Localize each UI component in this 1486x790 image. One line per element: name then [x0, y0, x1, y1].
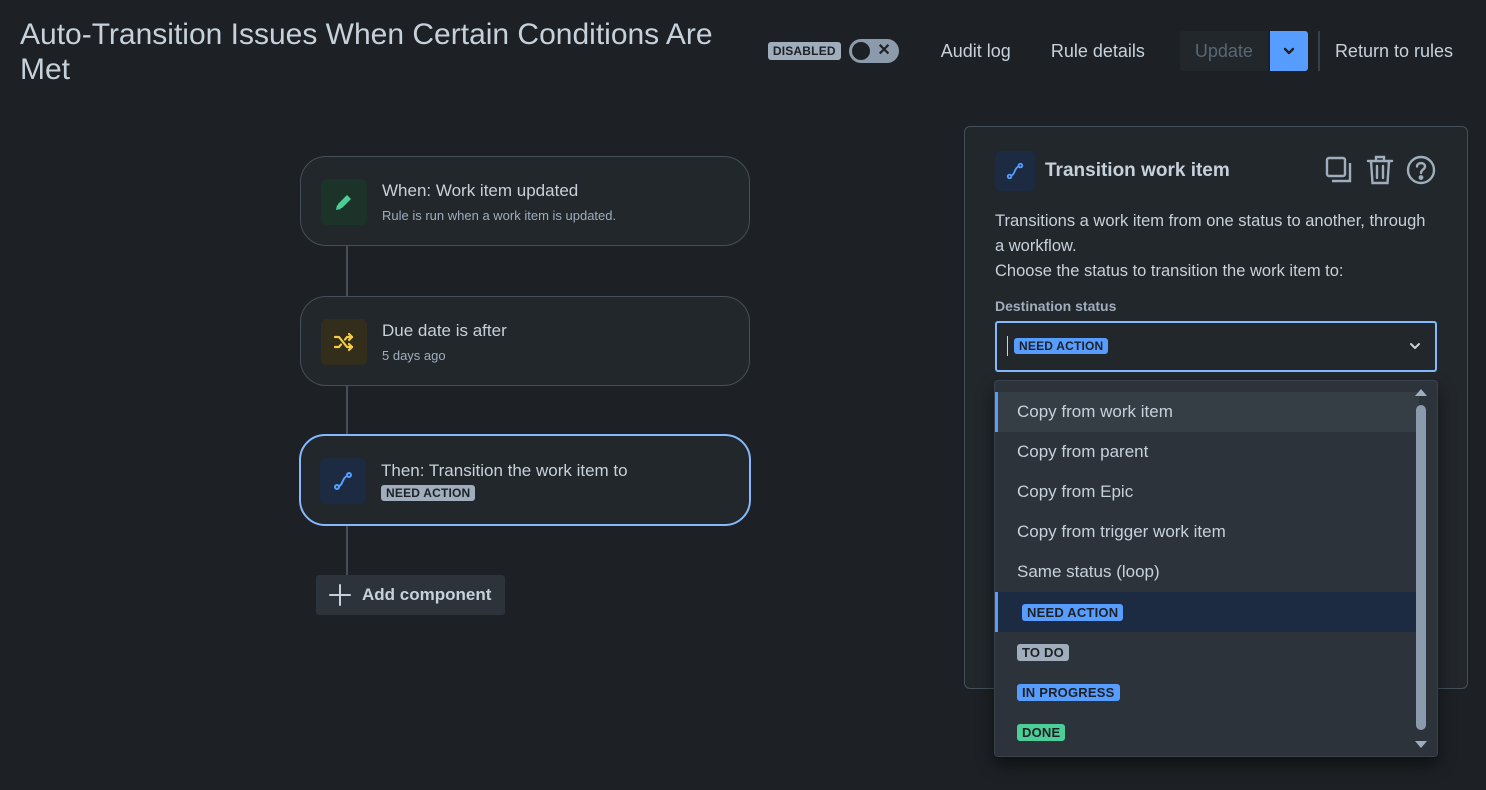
status-lozenge: NEED ACTION [381, 485, 476, 501]
status-lozenge: IN PROGRESS [1017, 683, 1120, 701]
panel-title: Transition work item [1045, 160, 1230, 181]
action-status: NEED ACTION [381, 485, 476, 501]
action-title: Then: Transition the work item to [381, 461, 628, 480]
update-button[interactable]: Update [1179, 31, 1268, 71]
rule-details-button[interactable]: Rule details [1041, 31, 1155, 71]
x-icon: ✕ [877, 42, 891, 59]
enable-toggle[interactable]: ✕ [848, 39, 899, 63]
menu-item[interactable]: Same status (loop) [995, 552, 1419, 592]
menu-item[interactable]: Copy from Epic [995, 472, 1419, 512]
menu-item-to-do[interactable]: TO DO [995, 632, 1419, 672]
status-lozenge: TO DO [1017, 643, 1069, 661]
destination-status-select[interactable]: NEED ACTION [995, 321, 1437, 372]
scroll-down-arrow-icon[interactable] [1415, 741, 1427, 748]
text-caret [1007, 336, 1008, 356]
header-actions: DISABLED ✕ Audit log Rule details Update… [767, 30, 1486, 72]
scrollbar-thumb[interactable] [1416, 405, 1426, 730]
audit-log-button[interactable]: Audit log [931, 31, 1021, 71]
return-to-rules-button[interactable]: Return to rules [1335, 41, 1453, 62]
trash-icon[interactable] [1365, 154, 1395, 186]
flow-connector [346, 245, 348, 297]
plus-icon [329, 584, 351, 606]
copy-icon[interactable] [1323, 154, 1355, 186]
trigger-subtitle: Rule is run when a work item is updated. [382, 208, 617, 223]
add-component-label: Add component [362, 585, 492, 604]
status-lozenge: NEED ACTION [1014, 338, 1109, 354]
transition-icon [320, 458, 366, 504]
selected-value: NEED ACTION [1014, 337, 1109, 355]
trigger-card[interactable]: When: Work item updated Rule is run when… [300, 156, 750, 246]
header-divider [1317, 31, 1320, 71]
condition-subtitle: 5 days ago [382, 348, 446, 363]
status-dropdown-menu: Copy from work item Copy from parent Cop… [994, 380, 1438, 757]
add-component-button[interactable]: Add component [316, 575, 505, 615]
menu-item-done[interactable]: DONE [995, 712, 1419, 752]
pencil-icon [321, 179, 367, 225]
status-badge: DISABLED [767, 42, 841, 60]
page-title: Auto-Transition Issues When Certain Cond… [20, 18, 713, 86]
menu-item[interactable]: Copy from parent [995, 432, 1419, 472]
status-lozenge: NEED ACTION [1022, 603, 1124, 621]
toggle-knob [851, 42, 870, 60]
scroll-up-arrow-icon[interactable] [1415, 389, 1427, 396]
description-line: Transitions a work item from one status … [995, 212, 1426, 255]
flow-connector [346, 384, 348, 435]
condition-card[interactable]: Due date is after 5 days ago [300, 296, 750, 386]
status-lozenge: DONE [1017, 723, 1066, 741]
panel-description: Transitions a work item from one status … [995, 209, 1435, 284]
menu-item-in-progress[interactable]: IN PROGRESS [995, 672, 1419, 712]
transition-icon [995, 151, 1035, 191]
panel-actions [1323, 154, 1437, 186]
trigger-title: When: Work item updated [382, 181, 579, 200]
chevron-down-icon [1283, 47, 1295, 55]
destination-status-label: Destination status [995, 298, 1117, 314]
description-line: Choose the status to transition the work… [995, 262, 1344, 280]
help-icon[interactable] [1405, 154, 1437, 186]
menu-item-need-action[interactable]: NEED ACTION [995, 592, 1419, 632]
chevron-down-icon[interactable] [1407, 338, 1423, 354]
flow-connector [346, 525, 348, 575]
condition-title: Due date is after [382, 321, 507, 340]
menu-item[interactable]: Copy from trigger work item [995, 512, 1419, 552]
shuffle-icon [321, 319, 367, 365]
update-dropdown-button[interactable] [1269, 31, 1308, 71]
action-card[interactable]: Then: Transition the work item to NEED A… [299, 434, 751, 526]
menu-item[interactable]: Copy from work item [995, 392, 1419, 432]
